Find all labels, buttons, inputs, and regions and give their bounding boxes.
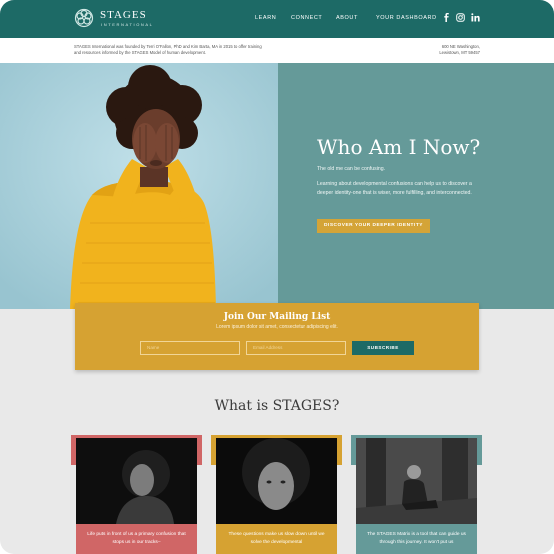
brand-name[interactable]: STAGES [100, 9, 147, 21]
brand-subtitle: INTERNATIONAL [101, 22, 154, 27]
name-input[interactable]: Name [140, 341, 240, 355]
facebook-icon[interactable] [442, 13, 451, 22]
card-1[interactable]: Life puts in front of us a primary confu… [71, 435, 202, 554]
subscribe-button[interactable]: SUBSCRIBE [352, 341, 414, 355]
card-2[interactable]: These questions make us slow down until … [211, 435, 342, 554]
about-blurb: STAGES International was founded by Terr… [74, 44, 262, 55]
discover-identity-button[interactable]: DISCOVER YOUR DEEPER IDENTITY [317, 219, 430, 233]
address-line-2: Lewistown, MT 59457 [439, 50, 480, 55]
nav-learn[interactable]: LEARN [255, 15, 276, 21]
email-input[interactable]: Email Address [246, 341, 346, 355]
card-3-text: The STAGES Matrix is a tool that can gui… [356, 524, 477, 554]
nav-about[interactable]: ABOUT [336, 15, 358, 21]
card-photo-profile [76, 438, 197, 524]
card-1-text: Life puts in front of us a primary confu… [76, 524, 197, 554]
card-photo-portrait [216, 438, 337, 524]
hero-content: Who Am I Now? The old me can be confusin… [278, 63, 554, 309]
address: 600 NE Washington, Lewistown, MT 59457 [420, 44, 480, 56]
hero-title: Who Am I Now? [317, 135, 481, 159]
page: STAGES INTERNATIONAL LEARN CONNECT ABOUT… [0, 0, 554, 554]
top-navigation-bar: STAGES INTERNATIONAL LEARN CONNECT ABOUT… [0, 0, 554, 38]
hero-image [0, 63, 278, 309]
mailing-list-subtitle: Lorem ipsum dolor sit amet, consectetur … [216, 324, 338, 330]
section-title: What is STAGES? [214, 398, 340, 414]
info-strip: STAGES International was founded by Terr… [0, 38, 554, 63]
instagram-icon[interactable] [456, 13, 465, 22]
stages-logo-icon[interactable] [74, 8, 94, 28]
nav-connect[interactable]: CONNECT [291, 15, 322, 21]
mailing-list-title: Join Our Mailing List [223, 312, 331, 322]
nav-your-dashboard[interactable]: YOUR DASHBOARD [376, 15, 437, 21]
card-3[interactable]: The STAGES Matrix is a tool that can gui… [351, 435, 482, 554]
hero-paragraph: Learning about developmental confusions … [317, 181, 472, 196]
card-2-text: These questions make us slow down until … [216, 524, 337, 554]
card-photo-forest [356, 438, 477, 524]
mailing-list-panel: Join Our Mailing List Lorem ipsum dolor … [75, 303, 479, 370]
hero-tagline: The old me can be confusing. [317, 166, 386, 172]
woman-covering-face-illustration [0, 63, 278, 309]
linkedin-icon[interactable] [471, 13, 480, 22]
